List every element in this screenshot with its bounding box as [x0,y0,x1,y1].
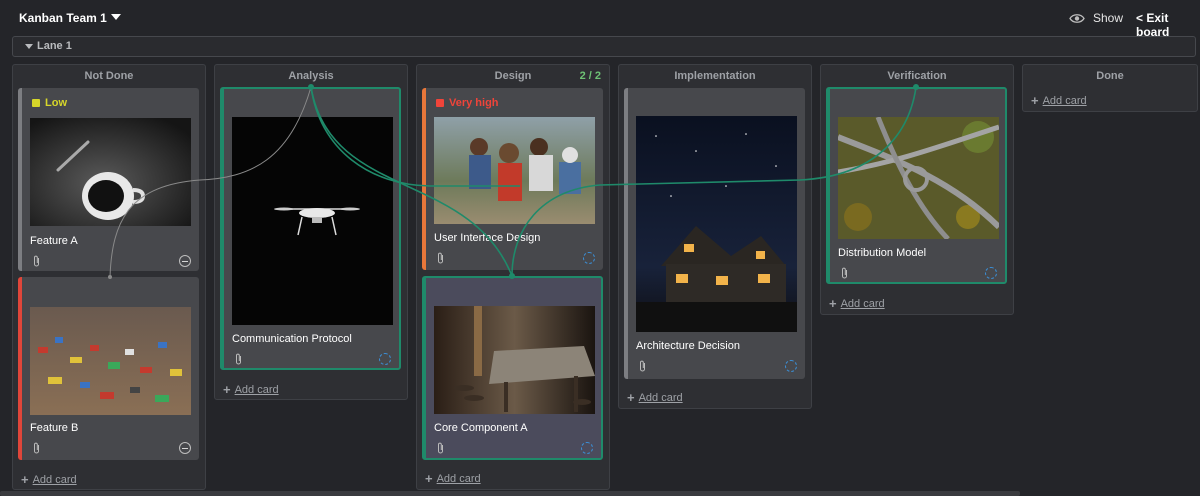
collapse-triangle-icon [25,43,33,49]
paperclip-icon[interactable] [436,442,446,454]
loading-spinner-icon [581,442,593,454]
column-implementation: Implementation Architecture Decision + Ad… [618,64,812,409]
loading-spinner-icon [785,360,797,372]
card-core-component-a[interactable]: Core Component A [422,276,603,460]
card-title: Distribution Model [838,247,927,259]
add-card-button[interactable]: + Add card [829,296,885,311]
card-title: Core Component A [434,422,528,434]
board-title-dropdown[interactable]: Kanban Team 1 [19,11,121,25]
priority-label: Low [32,97,67,109]
paperclip-icon[interactable] [638,360,648,372]
card-feature-b[interactable]: Feature B [18,277,199,460]
card-title: Feature B [30,422,79,434]
paperclip-icon[interactable] [840,267,850,279]
card-user-interface-design[interactable]: Very high User Interface Design [422,88,603,270]
card-communication-protocol[interactable]: Communication Protocol [220,87,401,370]
add-card-button[interactable]: + Add card [627,390,683,405]
remove-card-icon[interactable] [179,255,191,267]
lane-label: Lane 1 [37,40,72,52]
card-architecture-decision[interactable]: Architecture Decision [624,88,805,379]
exit-board-button[interactable]: < Exit board [1136,11,1200,39]
coffee-cup-photo [30,118,191,226]
house-night-photo [636,116,797,332]
column-analysis: Analysis Communication Protocol + Add car… [214,64,408,400]
highway-interchange-photo [838,117,999,239]
wooden-table-photo [434,306,595,414]
lane-toggle[interactable]: Lane 1 [25,40,72,52]
column-verification: Verification Distribution Model + Add car… [820,64,1014,315]
drone-photo [232,117,393,325]
loading-spinner-icon [985,267,997,279]
caret-down-icon [110,14,121,20]
column-design: Design 2 / 2 Very high User Interface De… [416,64,610,490]
card-distribution-model[interactable]: Distribution Model [826,87,1007,284]
wip-limit-counter: 2 / 2 [579,70,601,82]
show-label: Show [1093,11,1124,25]
show-button[interactable]: Show [1069,11,1123,25]
priority-square-icon [436,99,444,107]
card-title: Feature A [30,235,78,247]
add-card-button[interactable]: + Add card [425,471,481,486]
horizontal-scrollbar[interactable] [0,491,1020,496]
add-card-button[interactable]: + Add card [223,382,279,397]
card-title: Communication Protocol [232,333,352,345]
priority-square-icon [32,99,40,107]
column-title: Done [1096,70,1124,82]
column-title: Implementation [674,70,756,82]
eye-icon [1069,13,1085,23]
card-title: Architecture Decision [636,340,740,352]
column-done: Done + Add card [1022,64,1198,112]
lane-header: Lane 1 [12,36,1196,57]
remove-card-icon[interactable] [179,442,191,454]
paperclip-icon[interactable] [32,255,42,267]
column-not-done: Not Done Low Feature A Feature B + Add ca… [12,64,206,490]
add-card-button[interactable]: + Add card [1031,93,1087,108]
column-title: Verification [887,70,947,82]
board-title: Kanban Team 1 [19,11,107,25]
kids-playing-photo [434,117,595,224]
column-title: Analysis [288,70,334,82]
add-card-button[interactable]: + Add card [21,472,77,487]
paperclip-icon[interactable] [234,353,244,365]
priority-label: Very high [436,97,499,109]
toy-blocks-photo [30,307,191,415]
paperclip-icon[interactable] [436,252,446,264]
loading-spinner-icon [379,353,391,365]
card-feature-a[interactable]: Low Feature A [18,88,199,271]
paperclip-icon[interactable] [32,442,42,454]
column-title: Not Done [84,70,134,82]
card-title: User Interface Design [434,232,541,244]
loading-spinner-icon [583,252,595,264]
top-bar: Kanban Team 1 Show < Exit board [0,0,1200,39]
